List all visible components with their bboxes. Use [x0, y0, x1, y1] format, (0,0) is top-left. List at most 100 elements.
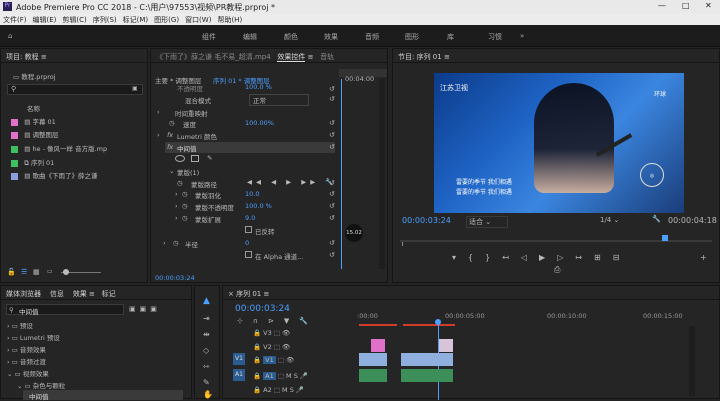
- list-item[interactable]: ▤ 字幕 01: [11, 116, 56, 127]
- reset-icon[interactable]: ↺: [329, 179, 335, 187]
- timeline-title[interactable]: 序列 01: [236, 290, 261, 298]
- reset-icon[interactable]: ↺: [329, 239, 335, 247]
- track-select-icon[interactable]: ⇥: [203, 314, 210, 323]
- lock-icon[interactable]: 🔒: [253, 386, 261, 394]
- menu-help[interactable]: 帮助(H): [217, 16, 242, 24]
- ellipse-mask-icon[interactable]: [175, 155, 185, 162]
- ec-footer-timecode[interactable]: 00:00:03:24: [155, 274, 195, 282]
- project-search-input[interactable]: ⚲: [7, 84, 143, 95]
- panel-menu-icon[interactable]: ≡: [444, 53, 450, 61]
- stopwatch-icon[interactable]: ◷: [182, 214, 188, 222]
- tree-item[interactable]: ⌄ ▭ 杂色与颗粒: [17, 380, 65, 390]
- expand-arrow-icon[interactable]: ⌄: [169, 167, 174, 175]
- fit-select[interactable]: 适合 ⌄: [466, 216, 509, 228]
- mask-opacity-value[interactable]: 100.0 %: [245, 202, 272, 210]
- ws-edit[interactable]: 编辑: [243, 32, 257, 42]
- lock-icon[interactable]: 🔒: [253, 356, 261, 364]
- ec-scrollbar[interactable]: [379, 79, 385, 269]
- tab-audio-mixer[interactable]: 音轨: [320, 53, 334, 61]
- tree-item[interactable]: › ▭ 音频效果: [7, 344, 46, 354]
- reset-icon[interactable]: ↺: [329, 143, 335, 151]
- reset-icon[interactable]: ↺: [329, 119, 335, 127]
- menu-window[interactable]: 窗口(W): [185, 16, 211, 24]
- speed-value[interactable]: 100.00%: [245, 119, 274, 127]
- tab-markers[interactable]: 标记: [102, 290, 116, 298]
- inverted-checkbox[interactable]: [245, 226, 252, 233]
- close-button[interactable]: ✕: [705, 1, 712, 10]
- mask-tracking-controls[interactable]: ◀◀ ◀ ▶ ▶▶ 🔧: [247, 178, 337, 186]
- list-item[interactable]: ▤ he - 像风一样 音方版.mp: [11, 143, 107, 154]
- tab-effects[interactable]: 效果: [73, 290, 87, 298]
- hand-icon[interactable]: ✋: [203, 390, 213, 399]
- home-icon[interactable]: ⌂: [8, 32, 12, 40]
- clip-video[interactable]: [359, 353, 387, 366]
- mask-label[interactable]: 蒙版(1): [177, 167, 199, 177]
- tab-media-browser[interactable]: 媒体浏览器: [6, 290, 41, 298]
- razor-icon[interactable]: ◇: [203, 346, 209, 355]
- menu-marker[interactable]: 标记(M): [123, 16, 149, 24]
- expand-arrow-icon[interactable]: ›: [175, 190, 178, 198]
- ws-color[interactable]: 颜色: [284, 32, 298, 42]
- list-item[interactable]: ▤ 歌曲《下雨了》薛之谦: [11, 170, 97, 181]
- radius-value[interactable]: 0: [245, 239, 249, 247]
- clip-title[interactable]: [371, 339, 385, 352]
- expand-arrow-icon[interactable]: ›: [175, 214, 178, 222]
- panel-menu-icon[interactable]: ≡: [308, 53, 314, 61]
- menu-graphics[interactable]: 图形(G): [154, 16, 179, 24]
- expand-arrow-icon[interactable]: ›: [175, 202, 178, 210]
- tree-item[interactable]: › ▭ Lumetri 预设: [7, 332, 60, 342]
- reset-icon[interactable]: ↺: [329, 214, 335, 222]
- ws-more-icon[interactable]: »: [520, 32, 524, 40]
- tree-item[interactable]: ⌄ ▭ 视频效果: [7, 368, 49, 378]
- tree-item[interactable]: › ▭ 预设: [7, 320, 33, 330]
- mask-expansion-value[interactable]: 9.0: [245, 214, 255, 222]
- program-timecode[interactable]: 00:00:03:24: [402, 216, 451, 225]
- stopwatch-icon[interactable]: ◷: [182, 190, 188, 198]
- new-bin-icon[interactable]: ▣: [132, 85, 138, 92]
- alpha-channel-checkbox[interactable]: [245, 251, 252, 258]
- tab-effect-controls[interactable]: 效果控件: [277, 53, 306, 62]
- clip-audio[interactable]: [401, 369, 453, 382]
- expand-arrow-icon[interactable]: ›: [163, 239, 166, 247]
- add-button-icon[interactable]: +: [700, 253, 707, 262]
- menu-clip[interactable]: 剪辑(C): [62, 16, 86, 24]
- timeline-scrollbar[interactable]: [689, 326, 695, 396]
- lock-icon[interactable]: 🔒: [253, 329, 261, 337]
- video-frame[interactable]: 江苏卫视 环球 雷要的季节 我们相遇 雷要的季节 我们相遇 ◎: [434, 73, 684, 213]
- ws-effects[interactable]: 效果: [324, 32, 338, 42]
- icon-view-icon[interactable]: ▦: [33, 268, 40, 276]
- reset-icon[interactable]: ↺: [329, 202, 335, 210]
- track-v3[interactable]: 🔒 V3 ⬚ 👁: [253, 329, 290, 337]
- effect-filter-icons[interactable]: ▣▣▣: [129, 305, 161, 313]
- track-v2[interactable]: 🔒 V2 ⬚ 👁: [253, 343, 290, 351]
- blend-mode-select[interactable]: 正常: [249, 94, 309, 106]
- quality-select[interactable]: 1/4 ⌄: [600, 216, 619, 224]
- column-header-name[interactable]: 名称: [27, 103, 40, 114]
- fx-icon[interactable]: fx: [167, 143, 173, 151]
- pen-mask-icon[interactable]: ✎: [207, 154, 212, 162]
- fx-icon[interactable]: fx: [167, 131, 173, 139]
- panel-menu-icon[interactable]: ≡: [263, 290, 269, 298]
- clip-audio[interactable]: [359, 369, 387, 382]
- ws-custom[interactable]: 习惯: [488, 32, 502, 42]
- source-patch-v1[interactable]: V1: [233, 353, 245, 365]
- timeline-timecode[interactable]: 00:00:03:24: [235, 304, 290, 314]
- mask-feather-value[interactable]: 10.0: [245, 190, 259, 198]
- median-effect-row[interactable]: fx 中间值: [165, 142, 335, 153]
- expand-arrow-icon[interactable]: ›: [157, 131, 160, 139]
- program-playhead[interactable]: [662, 235, 668, 241]
- clip-video[interactable]: [401, 353, 453, 366]
- menu-sequence[interactable]: 序列(S): [93, 16, 117, 24]
- rectangle-mask-icon[interactable]: [191, 155, 199, 162]
- lock-icon[interactable]: 🔓: [7, 268, 16, 276]
- tab-source[interactable]: 《下雨了》薛之谦 毛不易_超清.mp4: [156, 53, 271, 61]
- export-frame-icon[interactable]: ⎙: [554, 265, 560, 275]
- lock-icon[interactable]: 🔒: [253, 372, 261, 380]
- selection-tool-icon[interactable]: ▲: [203, 296, 210, 306]
- clip-adjustment-layer[interactable]: [439, 339, 453, 352]
- project-title[interactable]: 项目: 教程: [6, 53, 39, 61]
- ws-graphics[interactable]: 图形: [405, 32, 419, 42]
- lock-icon[interactable]: 🔒: [253, 343, 261, 351]
- stopwatch-icon[interactable]: ◷: [173, 239, 179, 247]
- expand-arrow-icon[interactable]: ›: [157, 108, 160, 116]
